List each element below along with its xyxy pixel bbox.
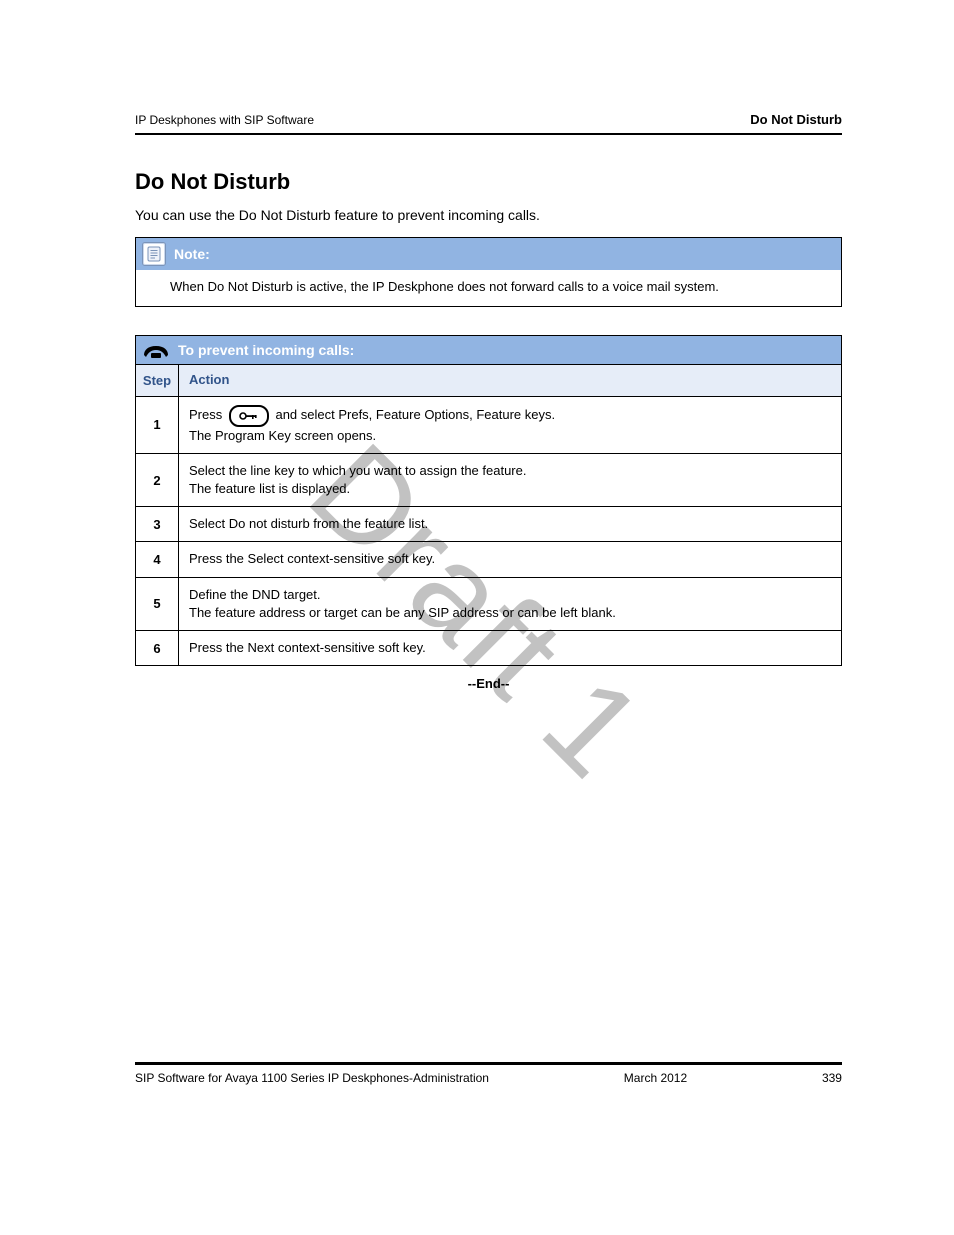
footer: SIP Software for Avaya 1100 Series IP De… [135, 1062, 842, 1085]
step-number: 6 [136, 631, 179, 665]
step-action-line1: Select the line key to which you want to… [189, 462, 831, 480]
step-number: 2 [136, 454, 179, 506]
step-action-line1: Press the Next context-sensitive soft ke… [189, 639, 831, 657]
procedure-header-action: Action [179, 365, 841, 395]
note-icon [142, 242, 166, 266]
note-panel: Note: When Do Not Disturb is active, the… [135, 237, 842, 307]
step-action: Press the Select context-sensitive soft … [179, 542, 841, 576]
header-left: IP Deskphones with SIP Software [135, 113, 314, 127]
step-action-line1: Select Do not disturb from the feature l… [189, 515, 831, 533]
step-action-line2: The feature list is displayed. [189, 480, 831, 498]
step-action-line1: Define the DND target. [189, 586, 831, 604]
step-action-line2: The Program Key screen opens. [189, 427, 831, 445]
footer-date: March 2012 [624, 1071, 687, 1085]
table-row: 4 Press the Select context-sensitive sof… [136, 541, 841, 576]
step-number: 4 [136, 542, 179, 576]
table-row: 6 Press the Next context-sensitive soft … [136, 630, 841, 665]
step-action: Press and select Prefs, Feature Options,… [179, 397, 841, 453]
table-row: 3 Select Do not disturb from the feature… [136, 506, 841, 541]
step-number: 3 [136, 507, 179, 541]
step-action: Select Do not disturb from the feature l… [179, 507, 841, 541]
lead-text: You can use the Do Not Disturb feature t… [135, 205, 842, 225]
table-row: 2 Select the line key to which you want … [136, 453, 841, 506]
note-label: Note: [174, 246, 210, 262]
step-action-line2: The feature address or target can be any… [189, 604, 831, 622]
footer-page: 339 [822, 1071, 842, 1085]
step-action-line1: Press the Select context-sensitive soft … [189, 550, 831, 568]
step-number: 5 [136, 578, 179, 630]
step-action: Press the Next context-sensitive soft ke… [179, 631, 841, 665]
step-action: Define the DND target. The feature addre… [179, 578, 841, 630]
procedure-end: --End-- [135, 676, 842, 691]
procedure-label: To prevent incoming calls: [178, 342, 354, 358]
table-row: 5 Define the DND target. The feature add… [136, 577, 841, 630]
step-number: 1 [136, 397, 179, 453]
procedure-panel: To prevent incoming calls: Step Action 1… [135, 335, 842, 666]
note-body: When Do Not Disturb is active, the IP De… [136, 270, 841, 306]
footer-title: SIP Software for Avaya 1100 Series IP De… [135, 1071, 489, 1085]
step-action-pre: Press [189, 407, 226, 422]
step-action: Select the line key to which you want to… [179, 454, 841, 506]
procedure-header-step: Step [136, 365, 179, 395]
header-right: Do Not Disturb [750, 112, 842, 127]
step-action-post: and select Prefs, Feature Options, Featu… [275, 407, 555, 422]
table-row: 1 Press and select Prefs, Feat [136, 396, 841, 453]
phone-icon [142, 340, 170, 360]
procedure-header-row: Step Action [136, 364, 841, 395]
running-header: IP Deskphones with SIP Software Do Not D… [135, 112, 842, 135]
services-key-icon [229, 405, 269, 427]
section-title: Do Not Disturb [135, 169, 842, 195]
